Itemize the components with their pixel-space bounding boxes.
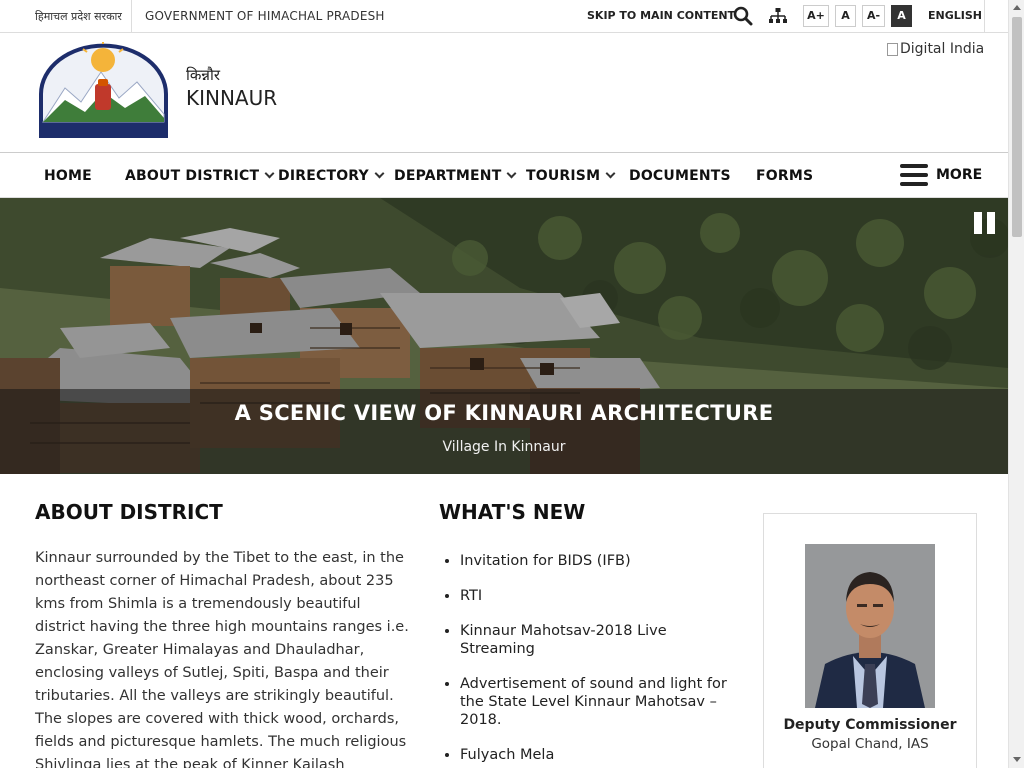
nav-label: HOME <box>44 168 92 184</box>
sitemap-icon[interactable] <box>768 6 788 26</box>
state-hindi-link[interactable]: हिमाचल प्रदेश सरकार <box>35 9 122 24</box>
more-label: MORE <box>936 167 983 183</box>
language-selector[interactable]: ENGLISH <box>928 9 982 22</box>
deputy-commissioner-photo <box>805 544 935 708</box>
broken-image-icon <box>887 42 898 56</box>
high-contrast-button[interactable]: A <box>891 5 912 27</box>
more-menu-button[interactable]: MORE <box>900 164 982 186</box>
font-normal-button[interactable]: A <box>835 5 856 27</box>
chevron-down-icon <box>264 168 275 179</box>
about-district-text: Kinnaur surrounded by the Tibet to the e… <box>35 550 409 768</box>
hero-slider: A SCENIC VIEW OF KINNAURI ARCHITECTURE V… <box>0 198 1008 474</box>
government-link[interactable]: GOVERNMENT OF HIMACHAL PRADESH <box>145 9 385 23</box>
site-header: किन्नौर KINNAUR Digital India <box>0 33 1008 153</box>
nav-label: DOCUMENTS <box>629 168 731 184</box>
nav-label: FORMS <box>756 168 814 184</box>
nav-home[interactable]: HOME <box>44 168 92 184</box>
divider <box>131 0 132 32</box>
news-item[interactable]: Fulyach Mela <box>460 746 730 764</box>
himachal-emblem-logo[interactable] <box>35 40 172 141</box>
hero-subtitle: Village In Kinnaur <box>442 439 566 455</box>
chevron-down-icon <box>605 168 616 179</box>
chevron-down-icon <box>374 168 385 179</box>
nav-documents[interactable]: DOCUMENTS <box>629 168 731 184</box>
hamburger-icon <box>900 164 928 186</box>
hero-caption: A SCENIC VIEW OF KINNAURI ARCHITECTURE V… <box>0 389 1008 474</box>
nav-directory[interactable]: DIRECTORY <box>278 168 385 184</box>
district-name[interactable]: KINNAUR <box>186 86 277 110</box>
nav-label: DIRECTORY <box>278 168 369 184</box>
main-navigation: HOME ABOUT DISTRICT DIRECTORY DEPARTMENT… <box>0 154 1008 198</box>
hero-title: A SCENIC VIEW OF KINNAURI ARCHITECTURE <box>234 401 774 425</box>
top-utility-bar: हिमाचल प्रदेश सरकार GOVERNMENT OF HIMACH… <box>0 0 1008 33</box>
font-increase-button[interactable]: A+ <box>803 5 829 27</box>
chevron-down-icon <box>507 168 517 179</box>
scroll-up-icon[interactable] <box>1013 5 1021 10</box>
skip-to-main-content-link[interactable]: SKIP TO MAIN CONTENT <box>587 9 735 22</box>
nav-forms[interactable]: FORMS <box>756 168 813 184</box>
search-icon[interactable] <box>733 6 753 26</box>
deputy-commissioner-title: Deputy Commissioner <box>783 717 957 733</box>
nav-tourism[interactable]: TOURISM <box>526 168 616 184</box>
deputy-commissioner-card: Deputy Commissioner Gopal Chand, IAS <box>763 513 977 768</box>
news-item[interactable]: RTI <box>460 587 730 605</box>
divider <box>984 0 985 32</box>
deputy-commissioner-name: Gopal Chand, IAS <box>811 736 929 752</box>
nav-label: ABOUT DISTRICT <box>125 168 260 184</box>
digital-india-alt-text: Digital India <box>900 41 985 57</box>
about-district-heading: ABOUT DISTRICT <box>35 500 223 524</box>
whats-new-heading: WHAT'S NEW <box>439 500 586 524</box>
font-decrease-button[interactable]: A- <box>862 5 885 27</box>
nav-about-district[interactable]: ABOUT DISTRICT <box>125 168 275 184</box>
digital-india-logo[interactable]: Digital India <box>887 41 984 57</box>
scroll-down-icon[interactable] <box>1013 757 1021 762</box>
news-item[interactable]: Kinnaur Mahotsav-2018 Live Streaming <box>460 622 730 658</box>
whats-new-list: Invitation for BIDS (IFB) RTI Kinnaur Ma… <box>460 552 730 768</box>
nav-label: DEPARTMENT <box>394 168 502 184</box>
pause-slider-icon[interactable] <box>974 212 996 234</box>
news-item[interactable]: Invitation for BIDS (IFB) <box>460 552 730 570</box>
nav-label: TOURISM <box>526 168 601 184</box>
scrollbar-thumb[interactable] <box>1012 17 1022 237</box>
district-name-hindi: किन्नौर <box>186 66 220 84</box>
nav-department[interactable]: DEPARTMENT <box>394 168 517 184</box>
page-scrollbar[interactable] <box>1008 0 1024 768</box>
news-item[interactable]: Advertisement of sound and light for the… <box>460 675 730 729</box>
